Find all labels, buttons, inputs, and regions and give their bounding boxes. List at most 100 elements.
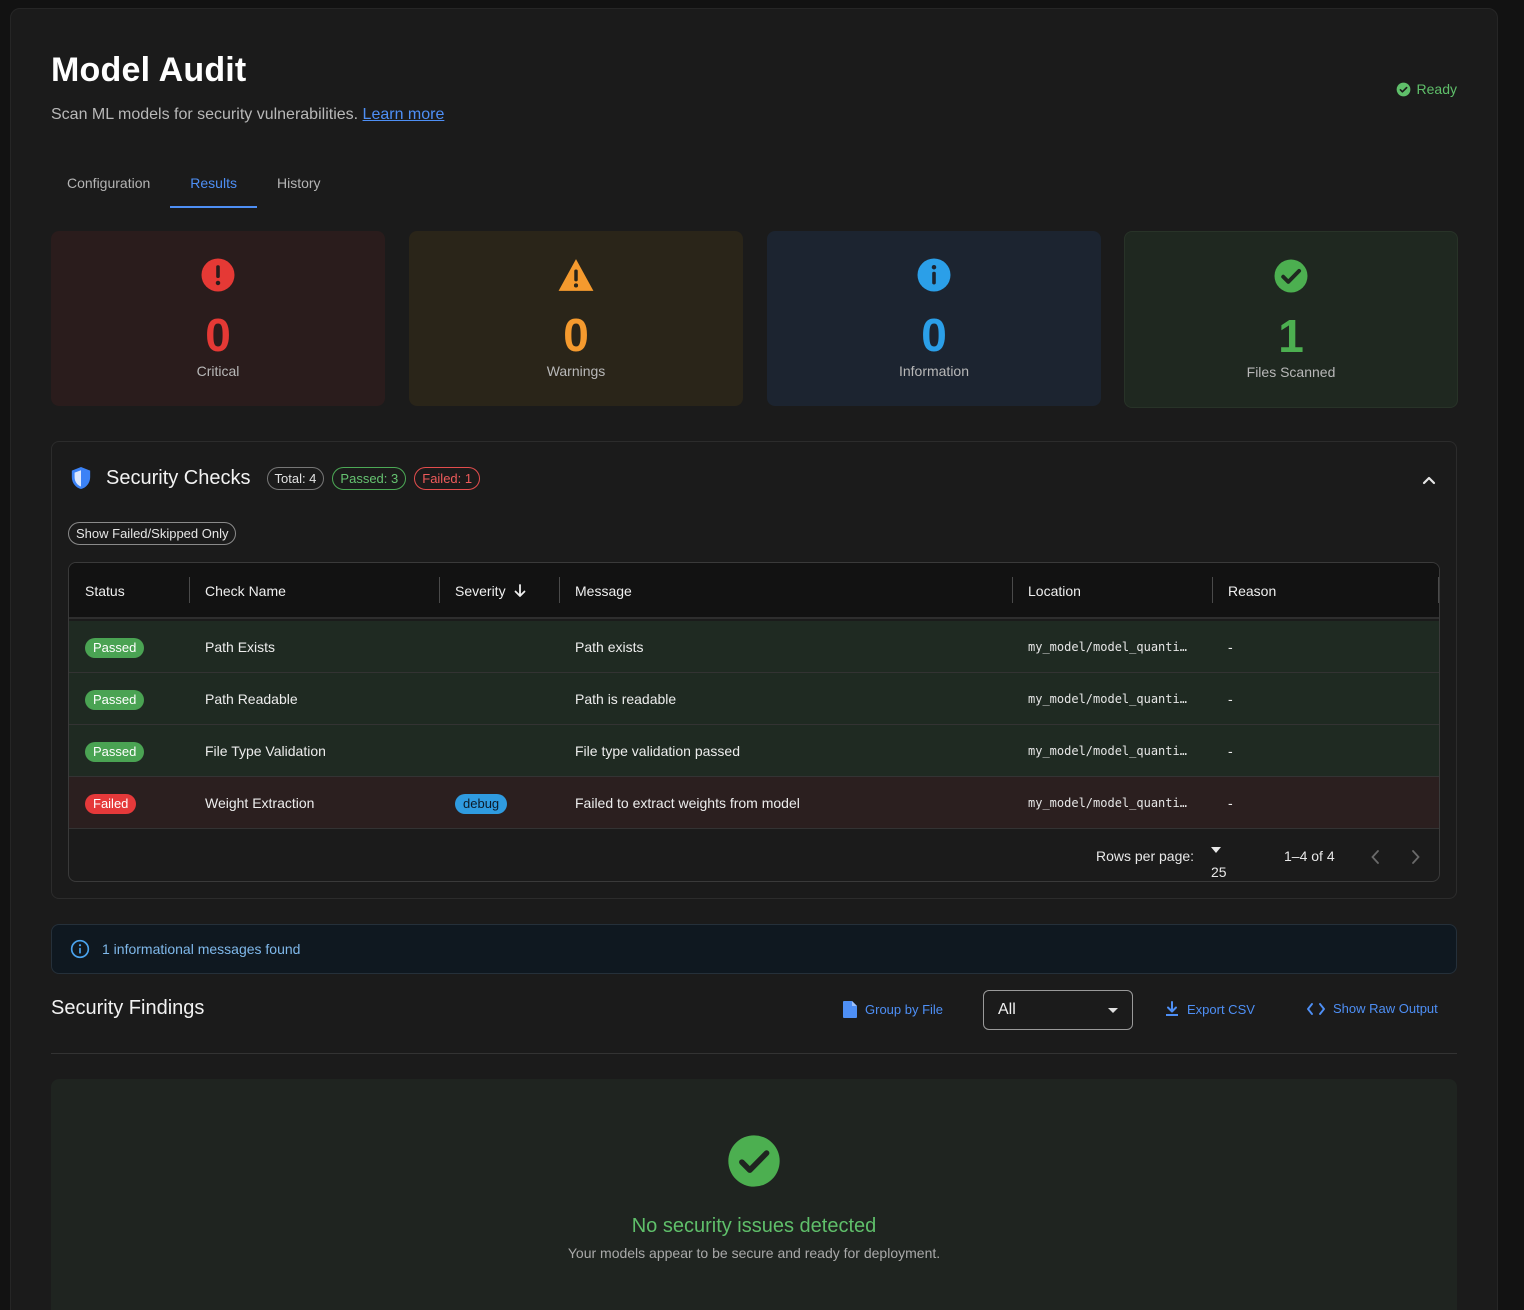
collapse-button[interactable] — [1422, 472, 1436, 490]
passed-chip: Passed: 3 — [332, 466, 407, 490]
column-message[interactable]: Message — [559, 563, 632, 619]
security-checks-panel: Security Checks Total: 4 Passed: 3 Faile… — [51, 441, 1457, 899]
chevron-left-icon — [1371, 850, 1379, 864]
caret-down-icon — [1108, 1008, 1118, 1013]
chevron-up-icon — [1422, 476, 1436, 485]
status-badge: Passed — [85, 690, 145, 711]
warnings-card: 0 Warnings — [409, 231, 743, 406]
download-icon — [1166, 1001, 1178, 1016]
chevron-right-icon — [1412, 850, 1420, 864]
code-icon — [1307, 1002, 1325, 1015]
group-by-file-button[interactable]: Group by File — [843, 1001, 943, 1018]
info-outline-icon — [70, 939, 90, 959]
check-name-cell: Weight Extraction — [205, 795, 315, 811]
column-location[interactable]: Location — [1012, 563, 1081, 619]
prev-page-button[interactable] — [1371, 850, 1380, 867]
location-cell: my_model/model_quanti… — [1028, 744, 1187, 758]
export-csv-button[interactable]: Export CSV — [1165, 1001, 1255, 1017]
location-cell: my_model/model_quanti… — [1028, 640, 1187, 654]
error-icon — [201, 258, 235, 292]
severity-filter-value: All — [998, 1001, 1016, 1018]
critical-card: 0 Critical — [51, 231, 385, 406]
tab-bar: Configuration Results History — [51, 161, 341, 208]
table-row[interactable]: Failed Weight Extraction debug Failed to… — [69, 777, 1439, 829]
reason-cell: - — [1228, 639, 1233, 655]
message-cell: Failed to extract weights from model — [575, 795, 800, 811]
tab-configuration[interactable]: Configuration — [51, 161, 166, 208]
no-issues-title: No security issues detected — [631, 1215, 877, 1237]
table-row[interactable]: Passed File Type Validation File type va… — [69, 725, 1439, 777]
check-circle-icon — [728, 1135, 780, 1187]
show-raw-output-label: Show Raw Output — [1333, 1001, 1438, 1016]
info-banner: 1 informational messages found — [51, 924, 1457, 974]
file-icon — [843, 1001, 857, 1018]
tab-history[interactable]: History — [261, 161, 337, 208]
column-check-name[interactable]: Check Name — [189, 563, 286, 619]
show-raw-output-button[interactable]: Show Raw Output — [1307, 1001, 1438, 1016]
severity-badge: debug — [455, 794, 508, 815]
subtitle-text: Scan ML models for security vulnerabilit… — [51, 106, 359, 123]
message-cell: File type validation passed — [575, 743, 740, 759]
info-icon — [917, 258, 951, 292]
check-name-cell: Path Readable — [205, 691, 298, 707]
info-banner-text: 1 informational messages found — [102, 941, 301, 957]
status-indicator: Ready — [1396, 81, 1457, 97]
warnings-label: Warnings — [546, 363, 606, 379]
show-failed-filter-button[interactable]: Show Failed/Skipped Only — [68, 522, 237, 545]
page-subtitle: Scan ML models for security vulnerabilit… — [51, 106, 444, 124]
reason-cell: - — [1228, 743, 1233, 759]
location-cell: my_model/model_quanti… — [1028, 692, 1187, 706]
table-header: Status Check Name Severity Message Locat… — [69, 563, 1439, 619]
warning-icon — [558, 259, 594, 291]
severity-filter-select[interactable]: All — [983, 990, 1133, 1030]
message-cell: Path exists — [575, 639, 644, 655]
check-name-cell: File Type Validation — [205, 743, 326, 759]
check-circle-icon — [1396, 82, 1410, 96]
warnings-count: 0 — [563, 309, 589, 361]
reason-cell: - — [1228, 795, 1233, 811]
table-row[interactable]: Passed Path Readable Path is readable my… — [69, 673, 1439, 725]
information-card: 0 Information — [767, 231, 1101, 406]
status-badge: Passed — [85, 638, 145, 659]
learn-more-link[interactable]: Learn more — [363, 106, 445, 123]
column-status[interactable]: Status — [69, 563, 125, 619]
table-row[interactable]: Passed Path Exists Path exists my_model/… — [69, 621, 1439, 673]
rows-per-page-select[interactable]: 25 — [1211, 847, 1227, 880]
caret-down-icon — [1211, 847, 1221, 853]
information-count: 0 — [921, 309, 947, 361]
column-reason[interactable]: Reason — [1212, 563, 1276, 619]
arrow-down-icon — [514, 584, 525, 597]
files-scanned-label: Files Scanned — [1246, 364, 1336, 380]
files-scanned-count: 1 — [1278, 310, 1304, 362]
summary-cards: 0 Critical 0 Warnings 0 Information 1 Fi… — [51, 231, 1458, 408]
critical-count: 0 — [205, 309, 231, 361]
export-csv-label: Export CSV — [1187, 1001, 1255, 1017]
findings-divider — [51, 1053, 1457, 1054]
table-pagination: Rows per page: 25 1–4 of 4 — [69, 831, 1439, 881]
status-text: Ready — [1416, 81, 1457, 97]
rows-per-page-label: Rows per page: — [1096, 848, 1195, 864]
failed-chip: Failed: 1 — [414, 466, 481, 490]
reason-cell: - — [1228, 691, 1233, 707]
message-cell: Path is readable — [575, 691, 677, 707]
next-page-button[interactable] — [1411, 850, 1420, 867]
group-by-file-label: Group by File — [865, 1002, 944, 1017]
status-badge: Failed — [85, 794, 137, 815]
information-label: Information — [898, 363, 970, 379]
security-checks-table: Status Check Name Severity Message Locat… — [68, 562, 1440, 882]
security-findings-title: Security Findings — [51, 997, 205, 1019]
security-checks-header: Security Checks Total: 4 Passed: 3 Faile… — [70, 466, 488, 490]
column-severity-label: Severity — [455, 583, 506, 599]
rows-per-page-value: 25 — [1211, 864, 1227, 880]
status-badge: Passed — [85, 742, 145, 763]
pagination-range: 1–4 of 4 — [1284, 848, 1335, 864]
total-chip: Total: 4 — [266, 466, 325, 490]
critical-label: Critical — [196, 363, 240, 379]
page-title: Model Audit — [51, 51, 247, 89]
files-scanned-card: 1 Files Scanned — [1124, 231, 1458, 408]
check-name-cell: Path Exists — [205, 639, 276, 655]
check-circle-icon — [1274, 259, 1308, 293]
column-severity[interactable]: Severity — [439, 563, 526, 619]
location-cell: my_model/model_quanti… — [1028, 796, 1187, 810]
tab-results[interactable]: Results — [170, 161, 257, 208]
